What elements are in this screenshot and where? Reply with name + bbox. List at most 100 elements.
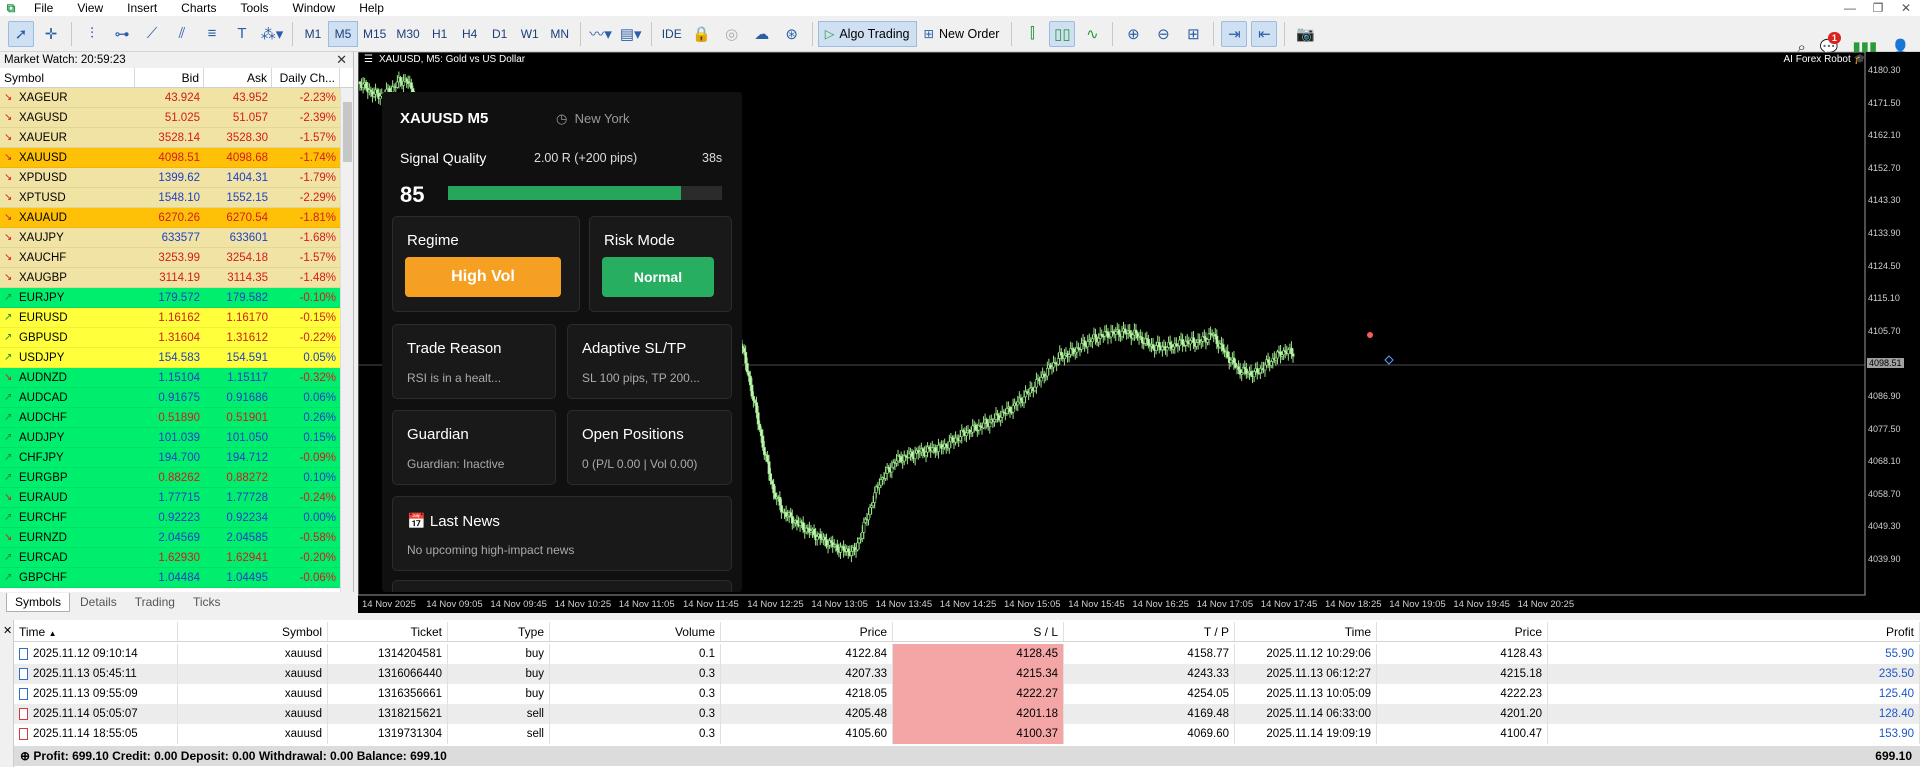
- fibonacci-icon[interactable]: ≡: [199, 21, 225, 47]
- market-watch-row[interactable]: ↘ XPDUSD 1399.62 1404.31 -1.79%: [0, 168, 340, 188]
- trade-row[interactable]: 2025.11.14 05:05:07 xauusd 1318215621 sell 0…: [14, 704, 1920, 724]
- candlestick-icon[interactable]: ▯▯: [1049, 20, 1076, 47]
- autoscroll-icon[interactable]: ⇥: [1221, 20, 1248, 47]
- col-type[interactable]: Type: [448, 622, 550, 641]
- col-close-price[interactable]: Price: [1377, 622, 1548, 641]
- col-time[interactable]: Time ▲: [14, 622, 178, 641]
- algo-trading-button[interactable]: ▷ Algo Trading: [817, 20, 917, 47]
- signal-icon[interactable]: ◎: [719, 21, 745, 47]
- close-icon[interactable]: ✕: [336, 52, 347, 68]
- market-watch-row[interactable]: ↗ AUDCHF 0.51890 0.51901 0.26%: [0, 408, 340, 428]
- shapes-icon[interactable]: ⁂▾: [259, 21, 285, 47]
- market-watch-row[interactable]: ↗ GBPUSD 1.31604 1.31612 -0.22%: [0, 328, 340, 348]
- tab-trading[interactable]: Trading: [127, 593, 183, 611]
- tab-details[interactable]: Details: [72, 593, 125, 611]
- market-watch-row[interactable]: ↗ AUDCAD 0.91675 0.91686 0.06%: [0, 388, 340, 408]
- col-symbol[interactable]: Symbol: [178, 622, 328, 641]
- trade-exit-marker-icon[interactable]: [1384, 355, 1394, 365]
- col-profit[interactable]: Profit: [1548, 622, 1920, 641]
- tf-h1[interactable]: H1: [425, 21, 455, 47]
- trendline-icon[interactable]: ⟋: [139, 21, 165, 47]
- market-watch-row[interactable]: ↘ EURNZD 2.04569 2.04585 -0.58%: [0, 528, 340, 548]
- market-watch-row[interactable]: ↘ XAUJPY 633577 633601 -1.68%: [0, 228, 340, 248]
- market-watch-row[interactable]: ↗ EURJPY 179.572 179.582 -0.10%: [0, 288, 340, 308]
- chart-type-icon[interactable]: 〰▾: [588, 21, 614, 47]
- menu-charts[interactable]: Charts: [169, 0, 228, 16]
- tile-windows-icon[interactable]: ⊞: [1180, 21, 1206, 47]
- trade-row[interactable]: 2025.11.13 05:45:11 xauusd 1316066440 buy 0.…: [14, 664, 1920, 684]
- vps-icon[interactable]: ⊛: [779, 21, 805, 47]
- ide-button[interactable]: IDE: [657, 21, 687, 47]
- col-sl[interactable]: S / L: [893, 622, 1064, 641]
- vertical-line-icon[interactable]: ⫶: [79, 21, 105, 47]
- cursor-icon[interactable]: ➚: [8, 20, 34, 47]
- menu-window[interactable]: Window: [281, 0, 348, 16]
- tab-symbols[interactable]: Symbols: [6, 592, 71, 612]
- menu-insert[interactable]: Insert: [115, 0, 169, 16]
- market-watch-row[interactable]: ↗ EURCHF 0.92223 0.92234 0.00%: [0, 508, 340, 528]
- market-watch-row[interactable]: ↘ XAUCHF 3253.99 3254.18 -1.57%: [0, 248, 340, 268]
- tf-w1[interactable]: W1: [515, 21, 545, 47]
- restore-icon[interactable]: ❐: [1864, 0, 1892, 16]
- col-bid[interactable]: Bid: [135, 68, 204, 87]
- chart-shift-icon[interactable]: ⇤: [1251, 20, 1278, 47]
- line-chart-icon[interactable]: ∿: [1079, 21, 1105, 47]
- close-icon[interactable]: ✕: [3, 624, 12, 637]
- market-watch-row[interactable]: ↘ XAUUSD 4098.51 4098.68 -1.74%: [0, 148, 340, 168]
- market-watch-row[interactable]: ↘ XAUEUR 3528.14 3528.30 -1.57%: [0, 128, 340, 148]
- market-watch-row[interactable]: ↘ AUDNZD 1.15104 1.15117 -0.32%: [0, 368, 340, 388]
- col-volume[interactable]: Volume: [550, 622, 721, 641]
- horizontal-line-icon[interactable]: ⊶: [109, 21, 135, 47]
- col-close-time[interactable]: Time: [1235, 622, 1377, 641]
- col-ask[interactable]: Ask: [204, 68, 272, 87]
- add-icon[interactable]: ⊕: [20, 749, 30, 763]
- col-ticket[interactable]: Ticket: [328, 622, 448, 641]
- channel-icon[interactable]: ⫽: [169, 21, 195, 47]
- market-watch-row[interactable]: ↗ EURUSD 1.16162 1.16170 -0.15%: [0, 308, 340, 328]
- text-tool-icon[interactable]: T: [229, 21, 255, 47]
- col-tp[interactable]: T / P: [1064, 622, 1235, 641]
- market-watch-row[interactable]: ↘ XAGUSD 51.025 51.057 -2.39%: [0, 108, 340, 128]
- new-order-button[interactable]: ⊞ New Order: [917, 21, 1007, 47]
- scrollbar[interactable]: [340, 88, 353, 594]
- market-watch-row[interactable]: ↗ EURCAD 1.62930 1.62941 -0.20%: [0, 548, 340, 568]
- tf-m5[interactable]: M5: [328, 20, 358, 47]
- tf-h4[interactable]: H4: [455, 21, 485, 47]
- menu-file[interactable]: File: [22, 0, 65, 16]
- tf-m15[interactable]: M15: [358, 21, 391, 47]
- market-watch-row[interactable]: ↗ AUDJPY 101.039 101.050 0.15%: [0, 428, 340, 448]
- trade-marker-icon[interactable]: [1367, 332, 1373, 338]
- market-watch-row[interactable]: ↘ XAGEUR 43.924 43.952 -2.23%: [0, 88, 340, 108]
- crosshair-icon[interactable]: ✛: [38, 21, 64, 47]
- screenshot-icon[interactable]: 📷: [1292, 21, 1318, 47]
- tf-mn[interactable]: MN: [545, 21, 575, 47]
- minimize-icon[interactable]: —: [1836, 0, 1864, 16]
- tf-m30[interactable]: M30: [391, 21, 424, 47]
- market-watch-row[interactable]: ↗ CHFJPY 194.700 194.712 -0.09%: [0, 448, 340, 468]
- trade-row[interactable]: 2025.11.14 18:55:05 xauusd 1319731304 sell 0…: [14, 724, 1920, 744]
- market-watch-row[interactable]: ↘ XAUAUD 6270.26 6270.54 -1.81%: [0, 208, 340, 228]
- menu-view[interactable]: View: [65, 0, 115, 16]
- menu-help[interactable]: Help: [347, 0, 396, 16]
- market-watch-row[interactable]: ↗ GBPCHF 1.04484 1.04495 -0.06%: [0, 568, 340, 588]
- tab-ticks[interactable]: Ticks: [185, 593, 229, 611]
- zoom-in-icon[interactable]: ⊕: [1120, 21, 1146, 47]
- market-lock-icon[interactable]: 🔒: [689, 21, 715, 47]
- market-watch-row[interactable]: ↘ EURAUD 1.77715 1.77728 -0.24%: [0, 488, 340, 508]
- close-icon[interactable]: ✕: [1892, 0, 1920, 16]
- bar-chart-icon[interactable]: ⫿: [1019, 21, 1045, 47]
- col-symbol[interactable]: Symbol: [0, 68, 135, 87]
- market-watch-row[interactable]: ↗ USDJPY 154.583 154.591 0.05%: [0, 348, 340, 368]
- trade-row[interactable]: 2025.11.12 09:10:14 xauusd 1314204581 buy 0.…: [14, 644, 1920, 664]
- templates-icon[interactable]: ▤▾: [618, 21, 644, 47]
- chart-menu-icon[interactable]: ☰: [364, 54, 373, 65]
- trade-row[interactable]: 2025.11.13 09:55:09 xauusd 1316356661 buy 0.…: [14, 684, 1920, 704]
- zoom-out-icon[interactable]: ⊖: [1150, 21, 1176, 47]
- tf-d1[interactable]: D1: [485, 21, 515, 47]
- market-watch-row[interactable]: ↘ XAUGBP 3114.19 3114.35 -1.48%: [0, 268, 340, 288]
- cloud-icon[interactable]: ☁: [749, 21, 775, 47]
- menu-tools[interactable]: Tools: [229, 0, 281, 16]
- col-daily-change[interactable]: Daily Ch...: [272, 68, 340, 87]
- market-watch-row[interactable]: ↘ XPTUSD 1548.10 1552.15 -2.29%: [0, 188, 340, 208]
- tf-m1[interactable]: M1: [298, 21, 328, 47]
